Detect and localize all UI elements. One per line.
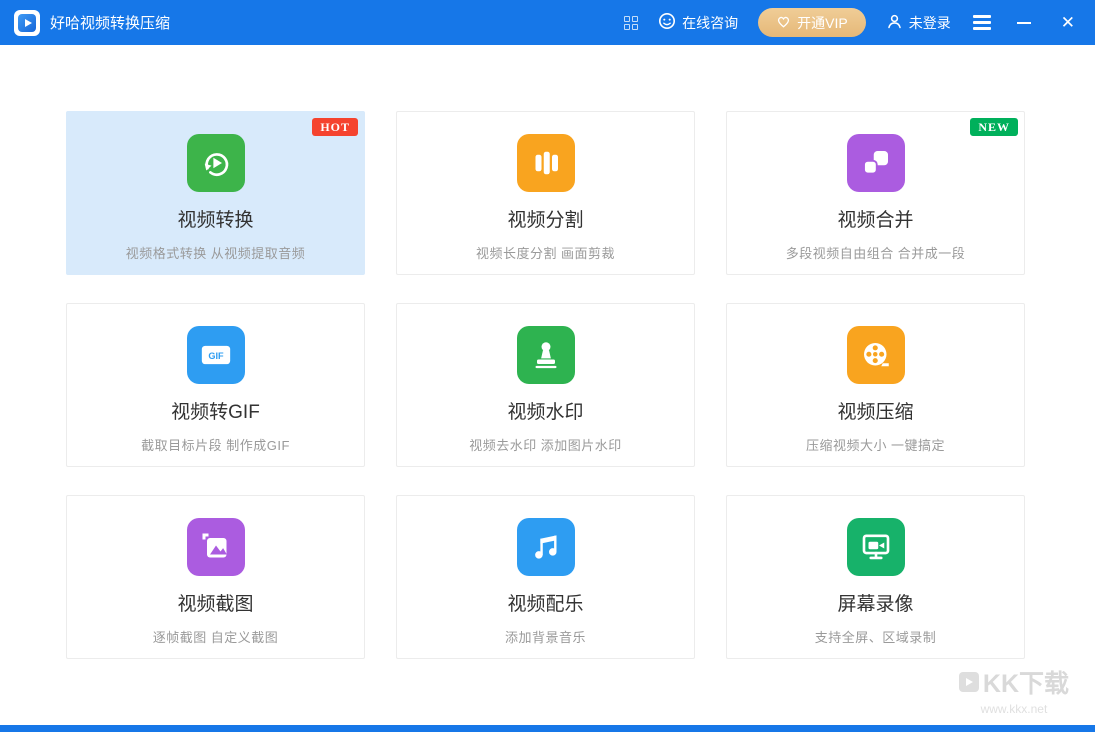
card-subtitle: 支持全屏、区域录制 bbox=[815, 627, 937, 646]
vip-heart-icon bbox=[776, 14, 791, 32]
feature-card-video-split[interactable]: 视频分割 视频长度分割 画面剪裁 bbox=[396, 111, 695, 275]
card-subtitle: 多段视频自由组合 合并成一段 bbox=[786, 243, 966, 262]
card-subtitle: 截取目标片段 制作成GIF bbox=[141, 435, 290, 454]
gif-icon: GIF bbox=[187, 326, 245, 384]
feature-card-video-music[interactable]: 视频配乐 添加背景音乐 bbox=[396, 495, 695, 659]
card-subtitle: 添加背景音乐 bbox=[505, 627, 586, 646]
kk-logo-icon bbox=[959, 672, 979, 692]
card-title: 屏幕录像 bbox=[837, 589, 913, 616]
card-title: 视频转换 bbox=[177, 205, 253, 232]
crop-screenshot-icon bbox=[187, 518, 245, 576]
mini-apps-grid-icon[interactable] bbox=[624, 16, 638, 30]
card-title: 视频水印 bbox=[507, 397, 583, 424]
menu-button[interactable] bbox=[971, 11, 993, 34]
app-title: 好哈视频转换压缩 bbox=[50, 12, 170, 33]
card-title: 视频合并 bbox=[837, 205, 913, 232]
card-subtitle: 视频去水印 添加图片水印 bbox=[469, 435, 622, 454]
card-title: 视频压缩 bbox=[837, 397, 913, 424]
vip-button[interactable]: 开通VIP bbox=[758, 8, 866, 37]
new-badge: NEW bbox=[970, 118, 1018, 136]
card-subtitle: 压缩视频大小 一键搞定 bbox=[806, 435, 945, 454]
svg-text:GIF: GIF bbox=[208, 351, 224, 361]
watermark: KK下载 www.kkx.net bbox=[959, 664, 1069, 716]
feature-card-video-merge[interactable]: NEW 视频合并 多段视频自由组合 合并成一段 bbox=[726, 111, 1025, 275]
feature-card-grid: HOT 视频转换 视频格式转换 从视频提取音频 视频分割 视频长度分割 画面剪裁… bbox=[66, 111, 1095, 659]
minimize-button[interactable] bbox=[1013, 12, 1035, 34]
feature-card-video-screenshot[interactable]: 视频截图 逐帧截图 自定义截图 bbox=[66, 495, 365, 659]
watermark-stamp-icon bbox=[517, 326, 575, 384]
hot-badge: HOT bbox=[312, 118, 358, 136]
user-icon bbox=[886, 13, 903, 33]
film-reel-icon bbox=[847, 326, 905, 384]
card-subtitle: 视频格式转换 从视频提取音频 bbox=[126, 243, 306, 262]
screen-record-icon bbox=[847, 518, 905, 576]
login-button[interactable]: 未登录 bbox=[886, 13, 951, 33]
online-support-button[interactable]: 在线咨询 bbox=[658, 12, 738, 33]
app-logo-icon bbox=[14, 10, 40, 36]
vip-label: 开通VIP bbox=[797, 13, 848, 33]
feature-card-video-compress[interactable]: 视频压缩 压缩视频大小 一键搞定 bbox=[726, 303, 1025, 467]
card-subtitle: 逐帧截图 自定义截图 bbox=[153, 627, 279, 646]
card-title: 视频配乐 bbox=[507, 589, 583, 616]
feature-card-screen-record[interactable]: 屏幕录像 支持全屏、区域录制 bbox=[726, 495, 1025, 659]
card-title: 视频转GIF bbox=[171, 397, 260, 424]
feature-card-video-watermark[interactable]: 视频水印 视频去水印 添加图片水印 bbox=[396, 303, 695, 467]
titlebar: 好哈视频转换压缩 在线咨询 开通VIP bbox=[0, 0, 1095, 45]
music-note-icon bbox=[517, 518, 575, 576]
video-convert-icon bbox=[187, 134, 245, 192]
feature-card-video-to-gif[interactable]: GIF 视频转GIF 截取目标片段 制作成GIF bbox=[66, 303, 365, 467]
bottom-accent-bar bbox=[0, 725, 1095, 732]
login-status-label: 未登录 bbox=[909, 13, 951, 33]
watermark-brand: KK下载 bbox=[983, 664, 1069, 700]
card-title: 视频截图 bbox=[177, 589, 253, 616]
card-subtitle: 视频长度分割 画面剪裁 bbox=[476, 243, 615, 262]
card-title: 视频分割 bbox=[507, 205, 583, 232]
video-merge-icon bbox=[847, 134, 905, 192]
chat-smiley-icon bbox=[658, 12, 676, 33]
watermark-url: www.kkx.net bbox=[959, 702, 1069, 716]
video-split-icon bbox=[517, 134, 575, 192]
online-support-label: 在线咨询 bbox=[682, 13, 738, 33]
close-button[interactable]: ✕ bbox=[1055, 10, 1081, 35]
feature-card-video-convert[interactable]: HOT 视频转换 视频格式转换 从视频提取音频 bbox=[66, 111, 365, 275]
